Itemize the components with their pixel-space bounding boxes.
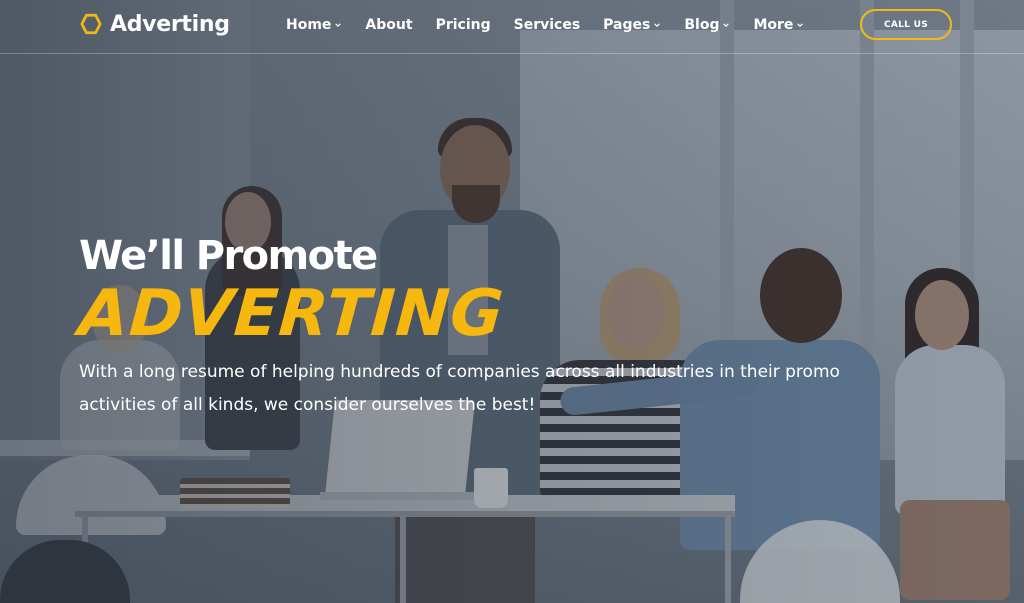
chevron-down-icon xyxy=(723,23,730,27)
hexagon-icon xyxy=(80,13,102,35)
hero-brand-word: ADVERTING xyxy=(76,277,507,351)
nav-item-pricing[interactable]: Pricing xyxy=(436,15,491,35)
chevron-down-icon xyxy=(335,23,342,27)
nav-item-label: Services xyxy=(513,17,581,33)
hero-headline: We’ll Promote xyxy=(79,233,378,279)
nav-item-blog[interactable]: Blog xyxy=(684,15,730,35)
nav-item-label: About xyxy=(365,17,413,33)
nav-item-label: Home xyxy=(286,17,332,33)
nav-item-label: Pages xyxy=(603,17,651,33)
chevron-down-icon xyxy=(797,23,804,27)
hero-lead-text: With a long resume of helping hundreds o… xyxy=(79,362,840,415)
nav-item-label: Blog xyxy=(684,17,720,33)
brand-name: Adverting xyxy=(110,11,230,37)
nav-item-label: More xyxy=(753,17,794,33)
nav-item-more[interactable]: More xyxy=(753,15,804,35)
nav-item-home[interactable]: Home xyxy=(286,15,342,35)
brand-logo[interactable]: Adverting xyxy=(80,9,230,39)
call-us-button[interactable]: CALL US xyxy=(860,9,952,40)
site-header: Adverting Home About Pricing Services Pa… xyxy=(0,0,1024,54)
chevron-down-icon xyxy=(654,23,661,27)
nav-item-pages[interactable]: Pages xyxy=(603,15,661,35)
hero-content: We’ll Promote ADVERTING With a long resu… xyxy=(76,232,889,422)
nav-item-services[interactable]: Services xyxy=(514,15,581,35)
nav-item-about[interactable]: About xyxy=(365,15,412,35)
main-navigation: Home About Pricing Services Pages Blog M… xyxy=(286,15,827,35)
nav-item-label: Pricing xyxy=(435,17,491,33)
